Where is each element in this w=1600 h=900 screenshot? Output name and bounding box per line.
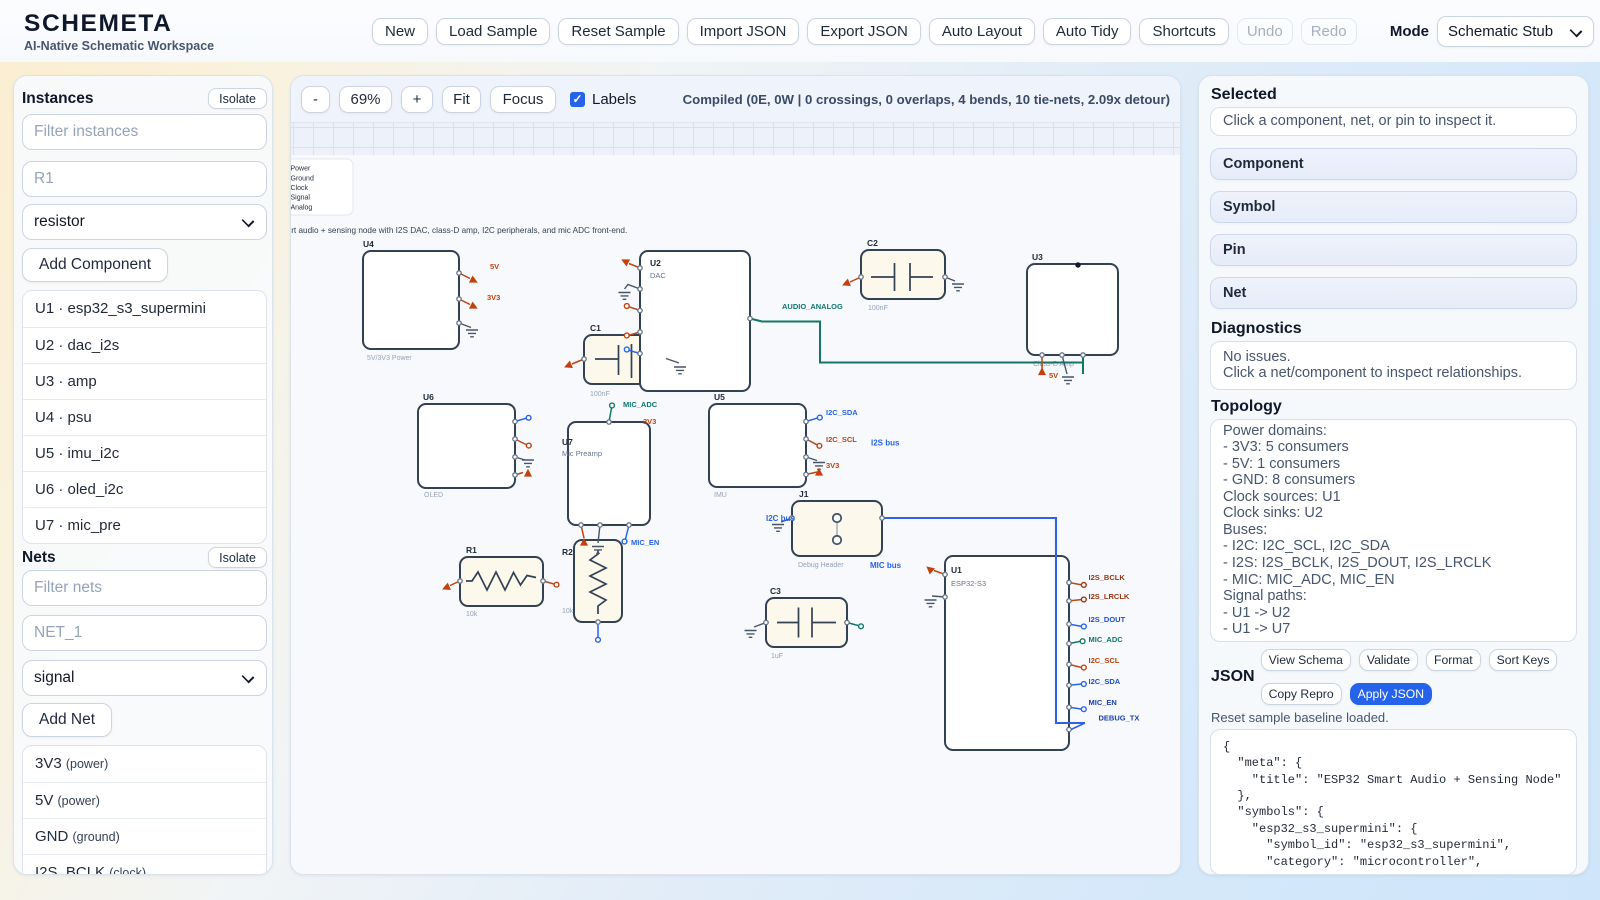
svg-text:10k: 10k xyxy=(562,608,574,615)
svg-text:I2S_BCLK: I2S_BCLK xyxy=(1089,573,1126,582)
svg-text:I2C_SCL: I2C_SCL xyxy=(826,435,857,444)
svg-text:3V3: 3V3 xyxy=(826,461,839,470)
svg-text:I2S_DOUT: I2S_DOUT xyxy=(1089,615,1126,624)
svg-text:Ground: Ground xyxy=(291,175,314,182)
svg-text:IMU: IMU xyxy=(714,492,727,499)
svg-text:I2C bus: I2C bus xyxy=(766,514,795,523)
svg-text:Mic Preamp: Mic Preamp xyxy=(562,449,602,458)
svg-text:3V3: 3V3 xyxy=(643,417,656,426)
svg-text:5V/3V3 Power: 5V/3V3 Power xyxy=(367,355,412,362)
svg-text:C2: C2 xyxy=(867,238,878,248)
svg-text:U1: U1 xyxy=(951,565,962,575)
svg-text:3V3: 3V3 xyxy=(487,293,500,302)
svg-text:10k: 10k xyxy=(466,611,478,618)
svg-text:MIC_ADC: MIC_ADC xyxy=(623,400,658,409)
svg-text:DAC: DAC xyxy=(650,271,666,280)
svg-text:I2S bus: I2S bus xyxy=(871,439,900,448)
svg-text:1uF: 1uF xyxy=(771,653,783,660)
svg-text:Power: Power xyxy=(291,166,311,173)
svg-text:Analog: Analog xyxy=(291,205,312,212)
svg-text:OLED: OLED xyxy=(424,492,443,499)
svg-text:100nF: 100nF xyxy=(590,391,610,398)
svg-text:DEBUG_TX: DEBUG_TX xyxy=(1099,714,1140,723)
svg-text:R1: R1 xyxy=(466,545,477,555)
svg-text:U3: U3 xyxy=(1032,252,1043,262)
svg-text:ESP32-S3: ESP32-S3 xyxy=(951,579,986,588)
svg-text:U2: U2 xyxy=(650,258,661,268)
svg-text:MIC_EN: MIC_EN xyxy=(631,538,659,547)
svg-text:I2S_LRCLK: I2S_LRCLK xyxy=(1089,592,1130,601)
svg-text:Clock: Clock xyxy=(291,185,309,192)
svg-text:I2C_SDA: I2C_SDA xyxy=(1089,677,1121,686)
svg-text:MIC_EN: MIC_EN xyxy=(1089,698,1117,707)
svg-text:U5: U5 xyxy=(714,392,725,402)
svg-text:5V: 5V xyxy=(1049,371,1058,380)
svg-text:J1: J1 xyxy=(799,489,809,499)
svg-text:I2C_SCL: I2C_SCL xyxy=(1089,656,1120,665)
svg-text:R2: R2 xyxy=(562,547,573,557)
svg-text:AUDIO_ANALOG: AUDIO_ANALOG xyxy=(782,302,843,311)
svg-text:5V: 5V xyxy=(490,262,499,271)
svg-text:I2C_SDA: I2C_SDA xyxy=(826,408,858,417)
svg-text:C3: C3 xyxy=(770,586,781,596)
svg-text:100nF: 100nF xyxy=(868,305,888,312)
svg-text:MIC bus: MIC bus xyxy=(870,561,902,570)
svg-text:Signal: Signal xyxy=(291,195,310,202)
svg-text:C1: C1 xyxy=(590,323,601,333)
svg-text:Debug Header: Debug Header xyxy=(798,562,844,569)
svg-text:U7: U7 xyxy=(562,437,573,447)
svg-text:U6: U6 xyxy=(423,392,434,402)
svg-text:MIC_ADC: MIC_ADC xyxy=(1089,635,1124,644)
svg-text:rt audio + sensing node with I: rt audio + sensing node with I2S DAC, cl… xyxy=(291,226,627,235)
svg-text:U4: U4 xyxy=(363,239,374,249)
